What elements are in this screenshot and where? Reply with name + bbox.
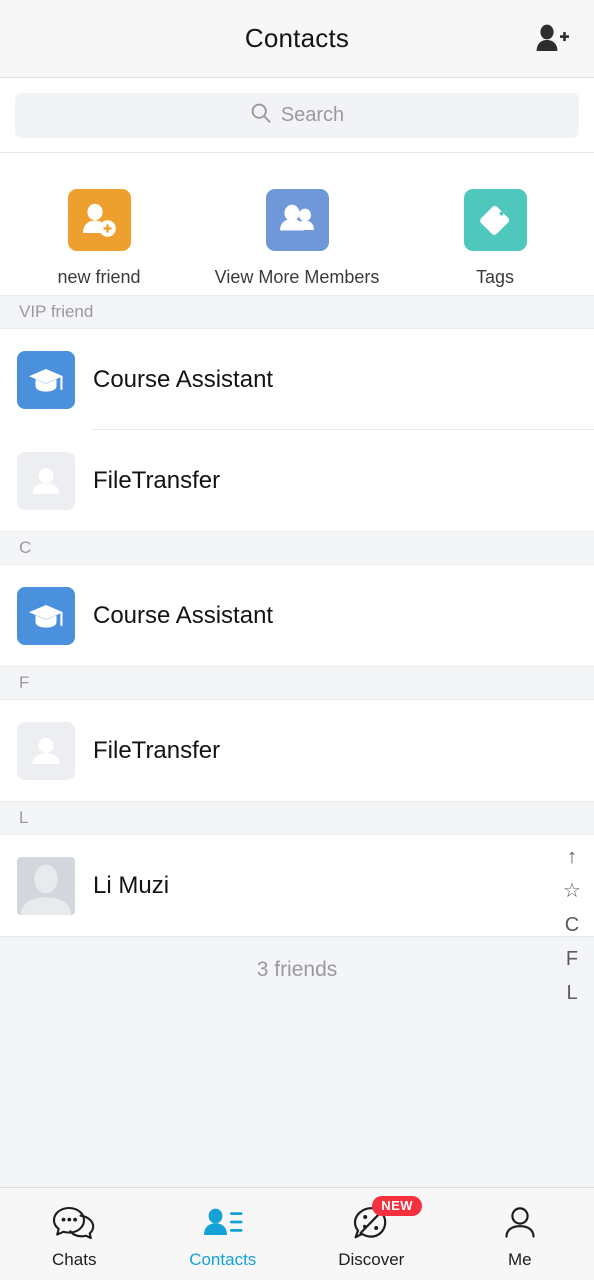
tab-contacts[interactable]: Contacts — [149, 1188, 298, 1280]
tab-label: Discover — [338, 1250, 405, 1269]
app-header: Contacts — [0, 0, 594, 78]
person-outline-icon — [499, 1204, 541, 1244]
section-header-vip: VIP friend — [0, 295, 594, 329]
search-bar-container: Search — [0, 78, 594, 153]
shortcut-tiles: new friend View More Members Tags — [0, 153, 594, 295]
index-item-c[interactable]: C — [560, 908, 584, 942]
shortcut-tags[interactable]: Tags — [396, 189, 594, 288]
group-icon — [265, 189, 329, 251]
person-add-icon — [67, 189, 131, 251]
contact-name: Course Assistant — [93, 601, 274, 629]
contact-row-filetransfer-vip[interactable]: FileTransfer — [0, 430, 594, 531]
contacts-person-icon — [202, 1204, 244, 1244]
discover-compass-icon: NEW — [350, 1196, 423, 1244]
contact-name: FileTransfer — [93, 736, 221, 764]
tab-label: Me — [507, 1250, 532, 1269]
section-header-f: F — [0, 666, 594, 700]
index-item-top[interactable]: ↑ — [560, 840, 584, 874]
contact-row-li-muzi[interactable]: Li Muzi — [0, 835, 594, 936]
alphabet-index[interactable]: ↑ ☆ C F L — [560, 840, 584, 1010]
add-person-icon[interactable] — [528, 16, 576, 60]
contact-row-course-assistant[interactable]: Course Assistant — [0, 565, 594, 666]
tab-chats[interactable]: Chats — [0, 1188, 149, 1280]
section-header-c: C — [0, 531, 594, 565]
bottom-tab-bar: Chats Contacts NEW Discover Me — [0, 1187, 594, 1280]
contact-row-course-assistant-vip[interactable]: Course Assistant — [0, 329, 594, 430]
search-input[interactable]: Search — [15, 92, 579, 138]
person-placeholder-avatar — [17, 451, 75, 510]
tab-label: Contacts — [189, 1250, 257, 1269]
graduation-cap-avatar — [17, 350, 75, 409]
section-header-l: L — [0, 801, 594, 835]
index-item-l[interactable]: L — [560, 976, 584, 1010]
contacts-screen: Contacts Search new friend View More Mem… — [0, 0, 594, 1280]
status-badge: NEW — [372, 1196, 423, 1216]
contact-row-filetransfer[interactable]: FileTransfer — [0, 700, 594, 801]
shortcut-label: Tags — [475, 267, 515, 287]
page-title: Contacts — [244, 23, 350, 53]
shortcut-new-friend[interactable]: new friend — [0, 189, 198, 288]
shortcut-label: View More Members — [214, 267, 380, 287]
index-item-f[interactable]: F — [560, 942, 584, 976]
graduation-cap-avatar — [17, 586, 75, 645]
contact-name: Li Muzi — [93, 871, 170, 899]
friends-count-label: 3 friends — [0, 936, 594, 1003]
search-icon — [250, 102, 272, 129]
tab-discover[interactable]: NEW Discover — [297, 1188, 446, 1280]
person-placeholder-avatar — [17, 721, 75, 780]
chat-bubbles-icon — [53, 1204, 95, 1244]
tag-icon — [463, 189, 527, 251]
index-item-star[interactable]: ☆ — [560, 874, 584, 908]
search-placeholder: Search — [280, 103, 345, 126]
contact-name: FileTransfer — [93, 466, 221, 494]
shortcut-view-more-members[interactable]: View More Members — [198, 189, 396, 288]
person-photo-avatar — [17, 856, 75, 915]
tab-me[interactable]: Me — [446, 1188, 594, 1280]
tab-label: Chats — [52, 1250, 97, 1269]
contact-list[interactable]: VIP friend Course Assistant FileTransfer — [0, 295, 594, 1187]
contact-name: Course Assistant — [93, 365, 274, 393]
shortcut-label: new friend — [57, 267, 141, 287]
